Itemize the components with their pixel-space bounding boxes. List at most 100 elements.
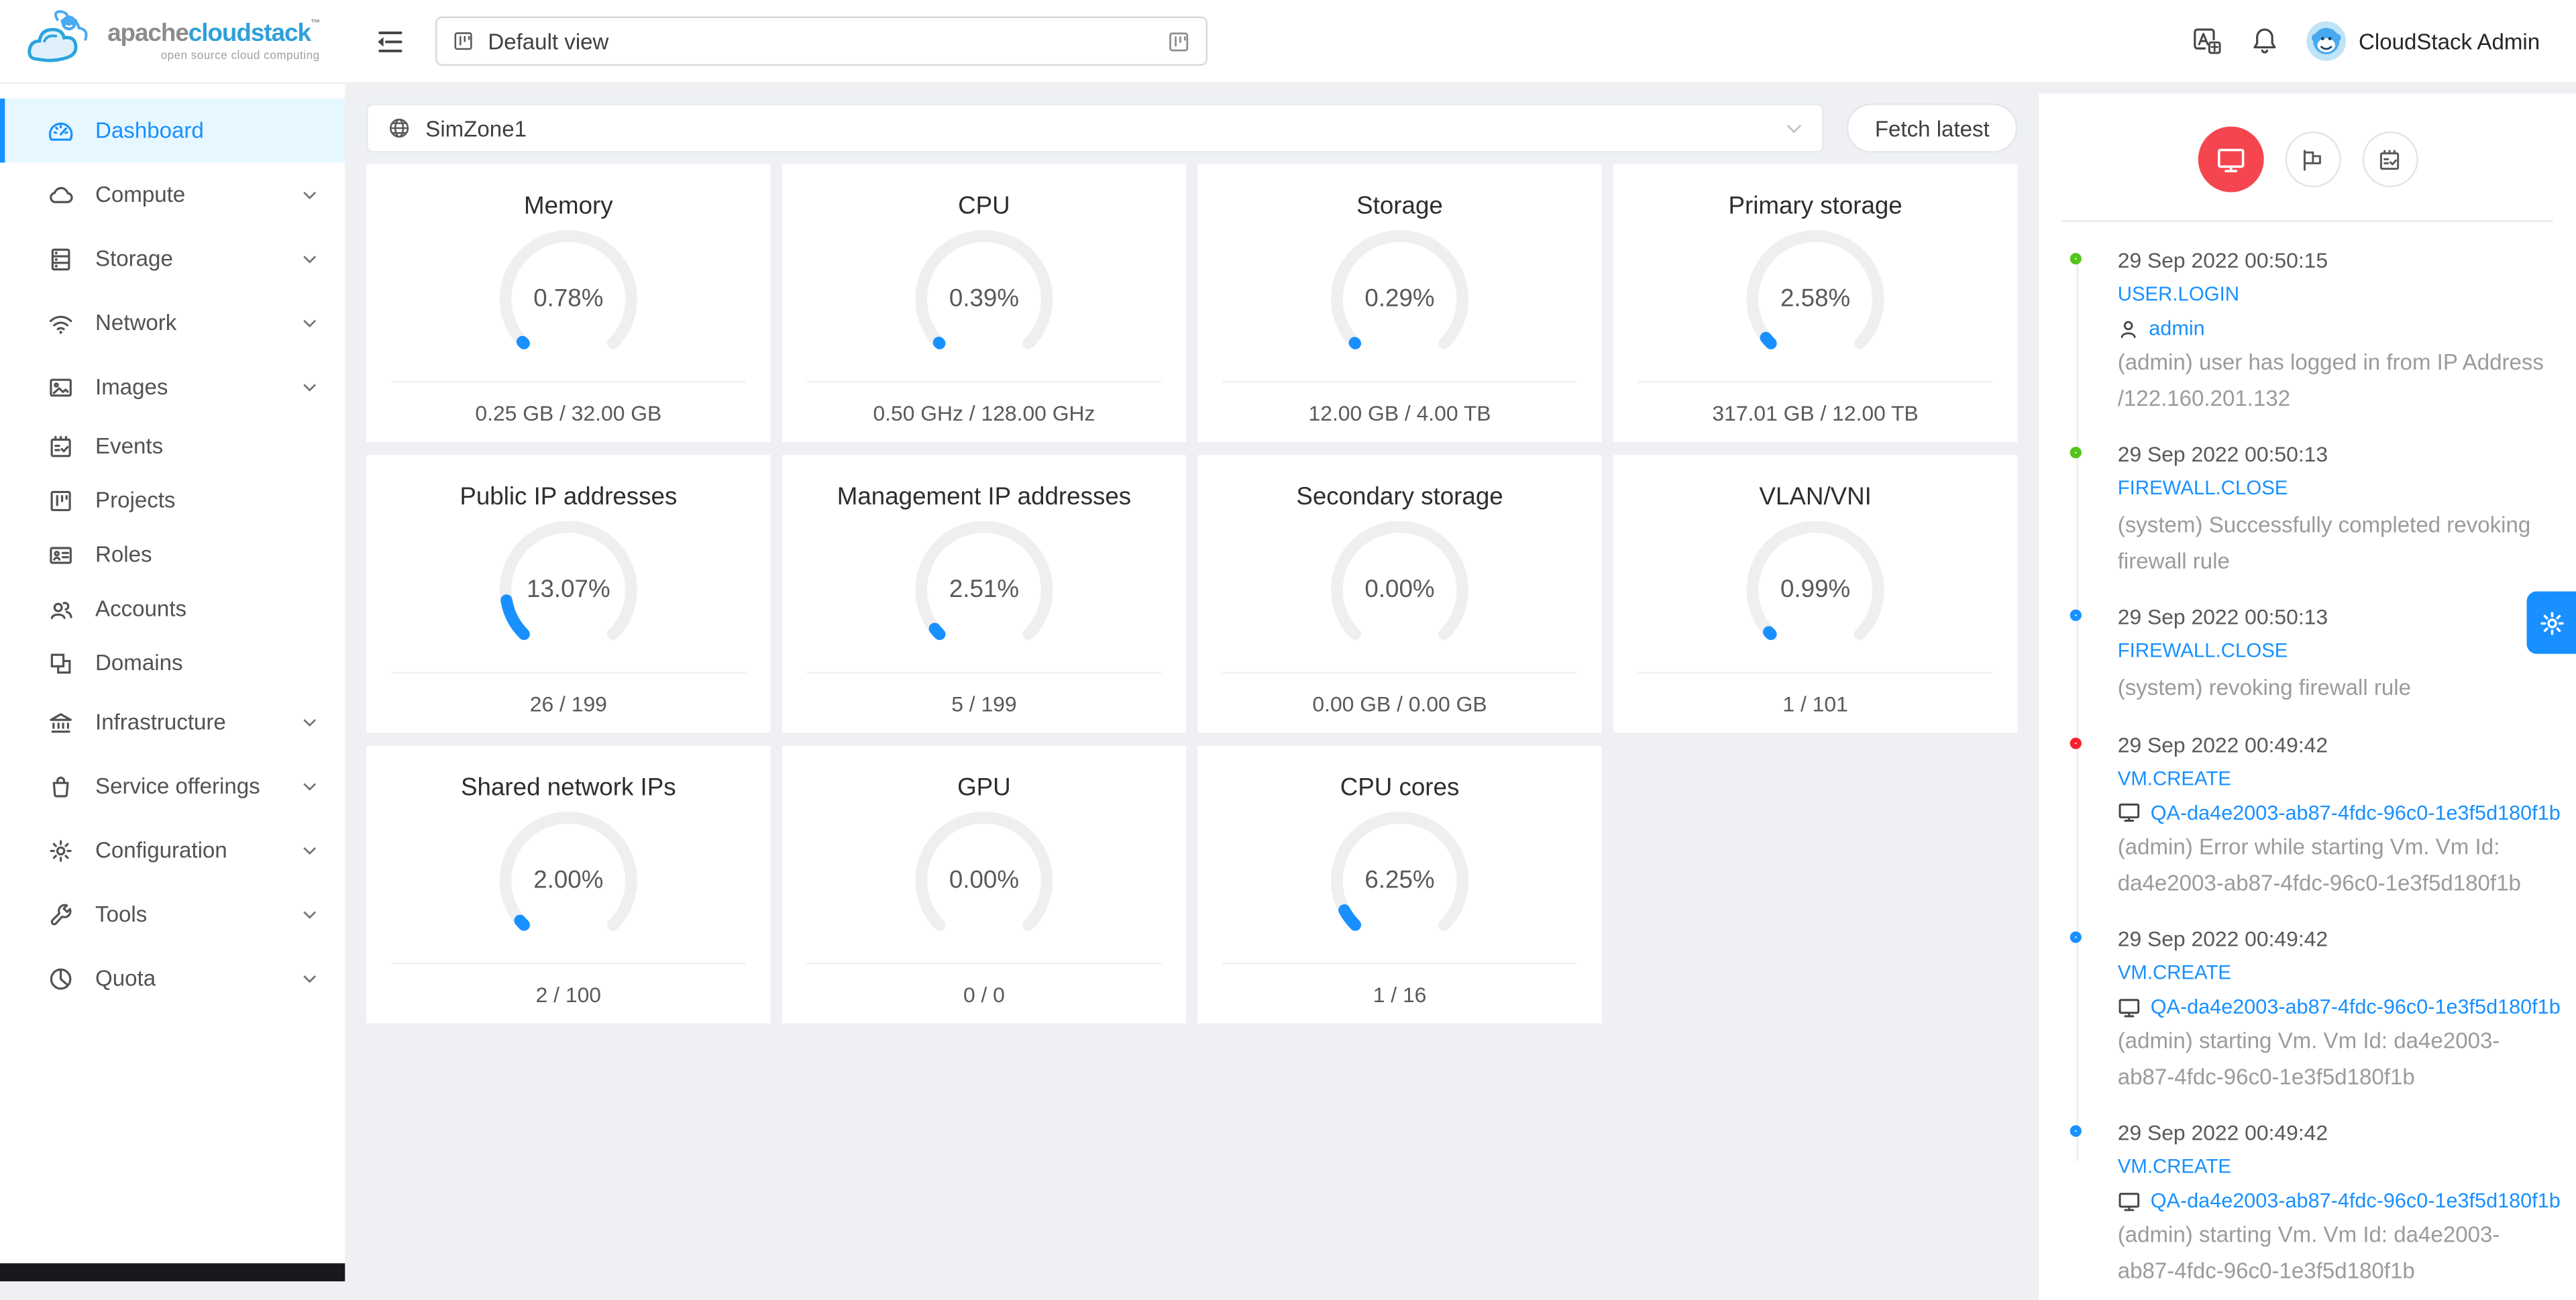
flag-icon — [2300, 147, 2325, 172]
event-type-link[interactable]: VM.CREATE — [2118, 767, 2231, 790]
cloud-icon — [48, 182, 74, 208]
picture-icon — [48, 374, 74, 400]
wifi-icon — [48, 310, 74, 336]
events-timeline: 29 Sep 2022 00:50:15 USER.LOGIN admin — [2065, 248, 2549, 1289]
chevron-down-icon — [303, 973, 317, 983]
stat-card-cpu: CPU 0.39% 0.50 GHz / 128.00 GHz — [782, 164, 1186, 442]
language-button[interactable] — [2191, 26, 2222, 56]
view-selector[interactable]: Default view — [435, 16, 1208, 65]
user-icon — [2118, 318, 2139, 339]
event-status-dot — [2070, 932, 2082, 943]
chevron-down-icon — [303, 781, 317, 791]
event-item: 29 Sep 2022 00:50:13 FIREWALL.CLOSE (sys… — [2068, 605, 2550, 706]
menu-fold-icon — [373, 29, 402, 54]
team-icon — [48, 596, 74, 622]
fetch-latest-button[interactable]: Fetch latest — [1847, 103, 2017, 152]
globe-icon — [388, 117, 411, 140]
zone-selector[interactable]: SimZone1 — [366, 103, 1824, 152]
project-icon — [48, 487, 74, 513]
gauge-public-ips: 13.07% — [490, 517, 647, 662]
wrench-icon — [48, 901, 74, 927]
event-resource-link[interactable]: QA-da4e2003-ab87-4fdc-96c0-1e3f5d180f1b — [2151, 802, 2561, 824]
block-icon — [48, 650, 74, 676]
event-type-link[interactable]: FIREWALL.CLOSE — [2118, 477, 2288, 500]
sidebar-item-configuration[interactable]: Configuration — [0, 818, 345, 883]
event-item: 29 Sep 2022 00:49:42 VM.CREATE QA-da4e20… — [2068, 927, 2550, 1095]
brand-word-apache: apache — [107, 19, 189, 48]
event-resource-link[interactable]: QA-da4e2003-ab87-4fdc-96c0-1e3f5d180f1b — [2151, 1190, 2561, 1213]
stat-card-storage: Storage 0.29% 12.00 GB / 4.00 TB — [1197, 164, 1601, 442]
notifications-button[interactable] — [2250, 26, 2278, 56]
event-item: 29 Sep 2022 00:49:42 VM.CREATE QA-da4e20… — [2068, 1121, 2550, 1289]
sidebar-item-roles[interactable]: Roles — [0, 527, 345, 582]
stat-card-public-ips: Public IP addresses 13.07% 26 / 199 — [366, 455, 770, 733]
view-selector-value: Default view — [488, 29, 608, 54]
gear-icon — [48, 837, 74, 863]
zone-selector-value: SimZone1 — [425, 116, 527, 141]
gauge-secondary-storage: 0.00% — [1321, 517, 1479, 662]
cloudstack-logo-icon — [25, 10, 98, 72]
chevron-down-icon — [303, 845, 317, 855]
gear-icon — [2537, 608, 2565, 637]
floating-settings-button[interactable] — [2527, 592, 2576, 654]
stat-card-secondary-storage: Secondary storage 0.00% 0.00 GB / 0.00 G… — [1197, 455, 1601, 733]
sidebar-bottom-strip — [0, 1263, 345, 1281]
desktop-icon — [2118, 1191, 2141, 1212]
tasks-tab-button[interactable] — [2361, 131, 2417, 187]
sidebar-item-projects[interactable]: Projects — [0, 473, 345, 527]
sidebar-item-images[interactable]: Images — [0, 355, 345, 419]
gauge-primary-storage: 2.58% — [1737, 227, 1894, 372]
idcard-icon — [48, 541, 74, 567]
sidebar-collapse-button[interactable] — [373, 29, 402, 54]
sidebar-item-storage[interactable]: Storage — [0, 227, 345, 291]
event-resource-link[interactable]: QA-da4e2003-ab87-4fdc-96c0-1e3f5d180f1b — [2151, 995, 2561, 1018]
event-item: 29 Sep 2022 00:50:13 FIREWALL.CLOSE (sys… — [2068, 442, 2550, 579]
stat-card-vlan: VLAN/VNI 0.99% 1 / 101 — [1613, 455, 2017, 733]
events-tab-button[interactable] — [2198, 127, 2263, 193]
bank-icon — [48, 709, 74, 735]
gauge-gpu: 0.00% — [905, 808, 1063, 953]
sidebar-item-events[interactable]: Events — [0, 419, 345, 473]
sidebar-item-service-offerings[interactable]: Service offerings — [0, 754, 345, 818]
events-panel-tabs — [2065, 127, 2549, 193]
event-resource-link[interactable]: admin — [2149, 317, 2204, 340]
event-status-dot — [2070, 738, 2082, 749]
event-status-dot — [2070, 610, 2082, 621]
cloudstack-dashboard: apachecloudstack™ open source cloud comp… — [0, 0, 2576, 1299]
stat-card-shared-network-ips: Shared network IPs 2.00% 2 / 100 — [366, 746, 770, 1024]
sidebar-item-tools[interactable]: Tools — [0, 882, 345, 946]
cloudstack-logo-text: apachecloudstack™ open source cloud comp… — [107, 19, 320, 62]
event-type-link[interactable]: VM.CREATE — [2118, 1155, 2231, 1178]
database-icon — [48, 246, 74, 272]
event-status-dot — [2070, 1126, 2082, 1137]
gauge-vlan: 0.99% — [1737, 517, 1894, 662]
stats-grid: Memory 0.78% 0.25 GB / 32.00 GB CPU — [366, 164, 2017, 1024]
event-type-link[interactable]: USER.LOGIN — [2118, 282, 2239, 305]
event-type-link[interactable]: FIREWALL.CLOSE — [2118, 640, 2288, 663]
flags-tab-button[interactable] — [2284, 131, 2340, 187]
gauge-cpu: 0.39% — [905, 227, 1063, 372]
zone-toolbar: SimZone1 Fetch latest — [366, 103, 2017, 152]
event-type-link[interactable]: VM.CREATE — [2118, 961, 2231, 984]
sidebar-item-quota[interactable]: Quota — [0, 946, 345, 1011]
desktop-icon — [2215, 146, 2245, 174]
cloudstack-logo[interactable]: apachecloudstack™ open source cloud comp… — [0, 0, 345, 83]
sidebar-item-network[interactable]: Network — [0, 290, 345, 355]
chevron-down-icon — [303, 382, 317, 392]
gauge-mgmt-ips: 2.51% — [905, 517, 1063, 662]
sidebar-nav: Dashboard Compute Storage — [0, 84, 345, 1281]
brand-tagline: open source cloud computing — [107, 51, 320, 62]
notepad-check-icon — [2377, 147, 2402, 172]
sidebar-item-accounts[interactable]: Accounts — [0, 582, 345, 636]
desktop-icon — [2118, 802, 2141, 824]
sidebar-item-domains[interactable]: Domains — [0, 636, 345, 690]
brand-tm: ™ — [311, 19, 320, 30]
project-icon — [451, 30, 474, 52]
sidebar-item-infrastructure[interactable]: Infrastructure — [0, 690, 345, 755]
bell-icon — [2250, 26, 2278, 56]
event-item: 29 Sep 2022 00:49:42 VM.CREATE QA-da4e20… — [2068, 733, 2550, 900]
sidebar-item-dashboard[interactable]: Dashboard — [0, 99, 345, 163]
event-status-dot — [2070, 447, 2082, 459]
sidebar-item-compute[interactable]: Compute — [0, 162, 345, 227]
user-menu[interactable]: CloudStack Admin — [2306, 21, 2540, 61]
